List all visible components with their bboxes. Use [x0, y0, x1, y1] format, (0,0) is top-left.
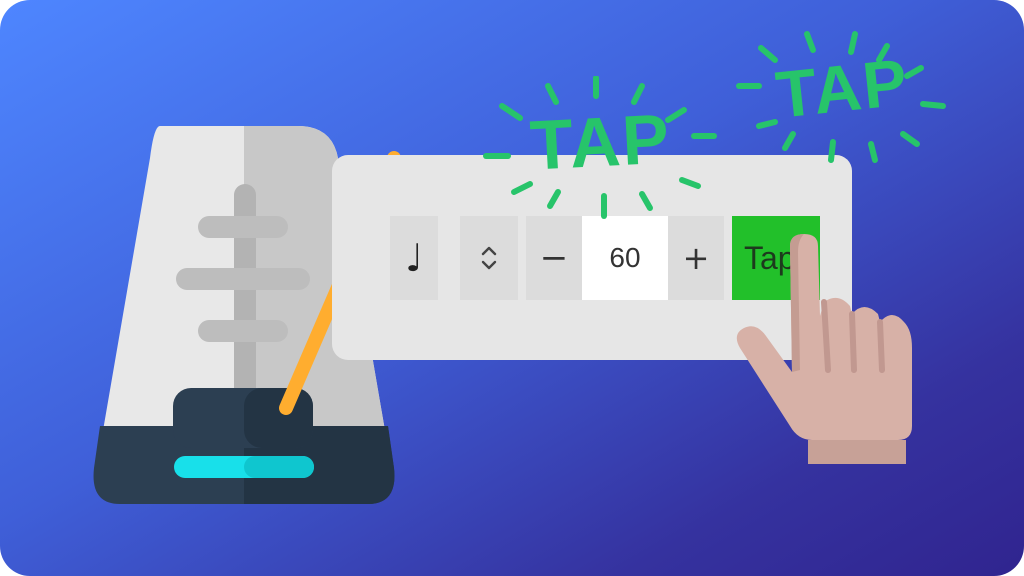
pointing-hand-icon	[736, 234, 912, 464]
decrease-bpm-button[interactable]: −	[526, 216, 582, 300]
note-value-button[interactable]: ♩	[390, 216, 438, 300]
promo-banner: ♩ − + Tap	[0, 0, 1024, 576]
note-value-selector[interactable]	[460, 216, 518, 300]
up-down-chevron-icon	[481, 246, 497, 270]
tap-burst: TAP	[478, 76, 723, 226]
increase-bpm-button[interactable]: +	[668, 216, 724, 300]
bpm-input[interactable]	[582, 216, 668, 300]
tap-word: TAP	[528, 99, 673, 185]
tap-burst: TAP	[735, 30, 950, 170]
quarter-note-icon: ♩	[405, 236, 423, 280]
